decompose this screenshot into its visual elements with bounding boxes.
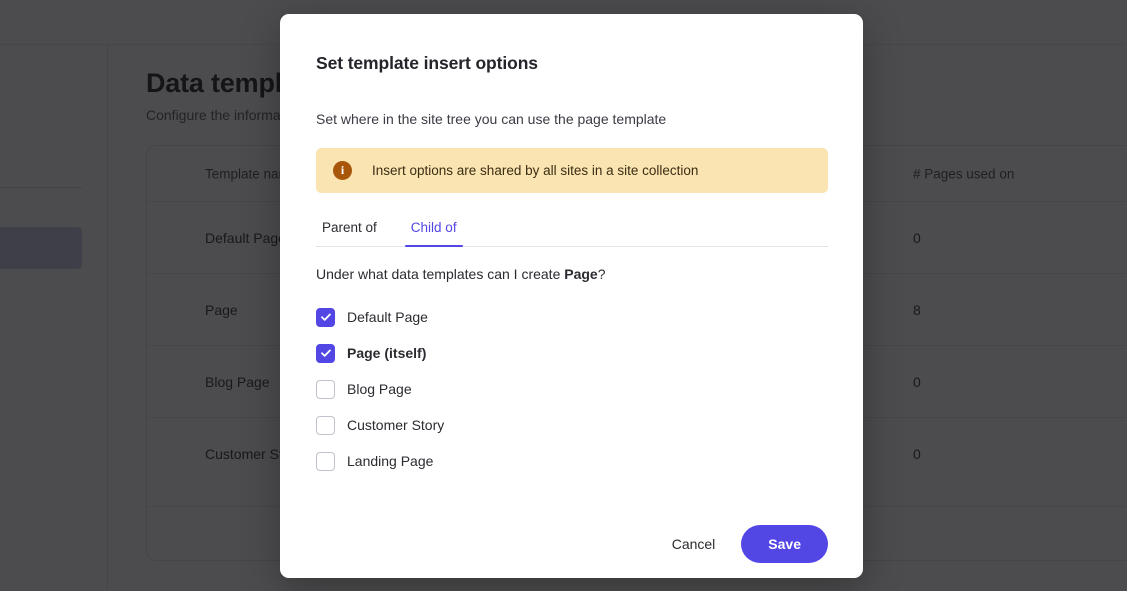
option-customer-story[interactable]: Customer Story bbox=[316, 407, 444, 443]
cancel-button[interactable]: Cancel bbox=[658, 527, 730, 561]
option-landing-page[interactable]: Landing Page bbox=[316, 443, 444, 479]
question-prefix: Under what data templates can I create bbox=[316, 266, 565, 282]
checkbox-landing-page[interactable] bbox=[316, 451, 335, 471]
save-button[interactable]: Save bbox=[741, 525, 828, 563]
dialog-title: Set template insert options bbox=[316, 53, 538, 73]
option-label: Landing Page bbox=[347, 453, 434, 469]
question-text: Under what data templates can I create P… bbox=[316, 266, 606, 282]
tab-child-of[interactable]: Child of bbox=[404, 216, 463, 247]
checkbox-blog-page[interactable] bbox=[316, 379, 335, 399]
insert-options-dialog: Set template insert options Set where in… bbox=[280, 14, 863, 578]
info-banner-text: Insert options are shared by all sites i… bbox=[372, 163, 699, 178]
info-icon: i bbox=[333, 161, 352, 180]
info-banner: i Insert options are shared by all sites… bbox=[316, 148, 828, 193]
checkbox-default-page[interactable] bbox=[316, 307, 335, 327]
option-label: Default Page bbox=[347, 309, 428, 325]
checkbox-page-itself[interactable] bbox=[316, 343, 335, 363]
option-page-itself[interactable]: Page (itself) bbox=[316, 335, 444, 371]
dialog-description: Set where in the site tree you can use t… bbox=[316, 111, 667, 127]
tab-bar: Parent of Child of bbox=[316, 216, 828, 247]
option-default-page[interactable]: Default Page bbox=[316, 299, 444, 335]
question-suffix: ? bbox=[597, 266, 606, 282]
question-template-name: Page bbox=[564, 266, 598, 282]
option-blog-page[interactable]: Blog Page bbox=[316, 371, 444, 407]
tab-parent-of[interactable]: Parent of bbox=[316, 216, 383, 246]
template-options-list: Default Page Page (itself) Blog Page Cus… bbox=[316, 299, 444, 479]
option-label: Page (itself) bbox=[347, 345, 427, 361]
checkbox-customer-story[interactable] bbox=[316, 415, 335, 435]
option-label: Customer Story bbox=[347, 417, 445, 433]
dialog-footer: Cancel Save bbox=[280, 510, 863, 578]
option-label: Blog Page bbox=[347, 381, 412, 397]
